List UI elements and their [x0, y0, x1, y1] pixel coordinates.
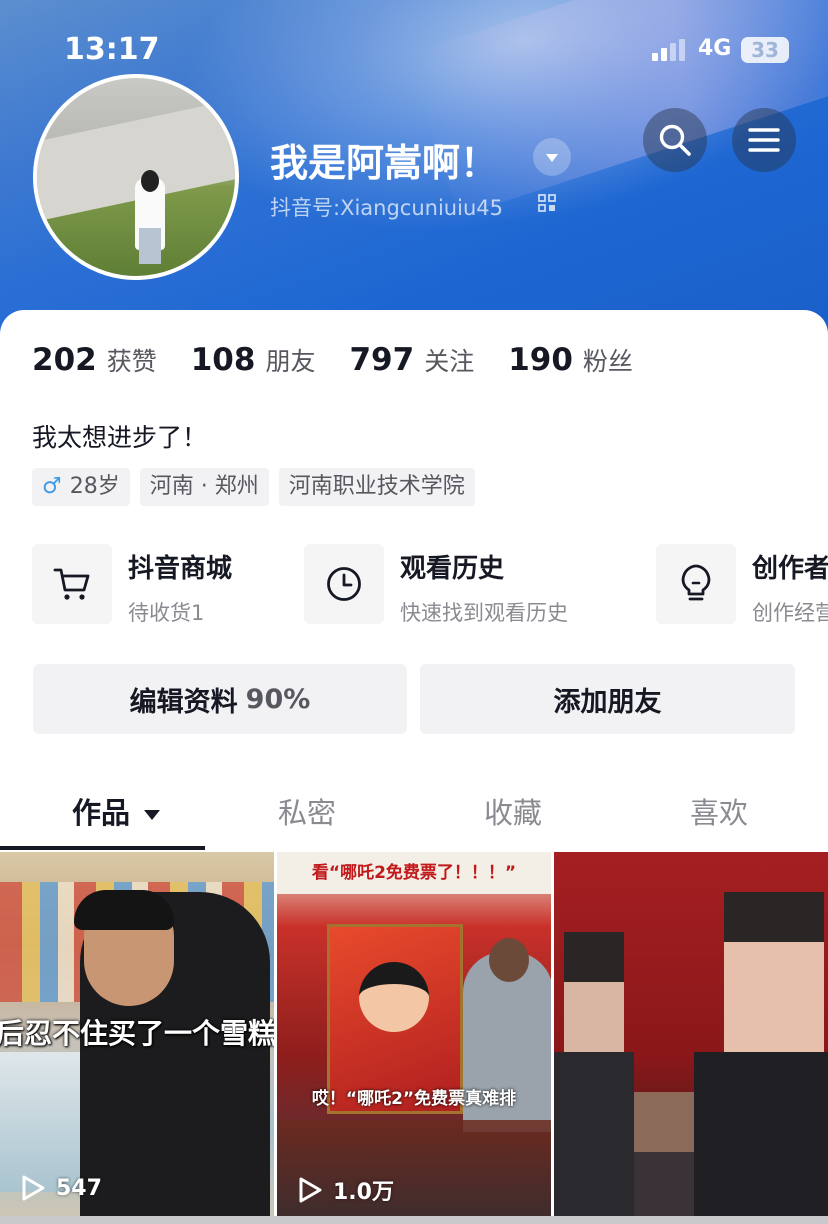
- video-caption: 后忍不住买了一个雪糕: [0, 1017, 274, 1050]
- location-text: 河南 · 郑州: [149, 474, 259, 499]
- tag-location: 河南 · 郑州: [139, 468, 269, 506]
- cart-icon: [32, 544, 112, 624]
- avatar[interactable]: [33, 74, 239, 280]
- play-count-value: 547: [56, 1175, 102, 1201]
- signal-icon: [652, 39, 692, 61]
- shortcut-mall-title: 抖音商城: [128, 554, 233, 584]
- video-title: 看“哪吒2免费票了！！！”: [311, 863, 517, 883]
- tab-favorites-label: 收藏: [484, 796, 543, 830]
- school-text: 河南职业技术学院: [288, 474, 465, 499]
- clock-icon: [304, 544, 384, 624]
- edit-profile-button[interactable]: 编辑资料 90%: [33, 664, 407, 734]
- stat-fans[interactable]: 190 粉丝: [508, 342, 633, 378]
- stat-friends[interactable]: 108 朋友: [191, 342, 316, 378]
- stat-likes[interactable]: 202 获赞: [32, 342, 157, 378]
- age-text: 28岁: [69, 474, 120, 499]
- friends-label: 朋友: [265, 347, 316, 376]
- qr-code-icon[interactable]: [538, 194, 556, 212]
- edit-profile-label: 编辑资料: [129, 686, 238, 718]
- tab-private[interactable]: 私密: [278, 790, 336, 832]
- shortcut-creator[interactable]: 创作者 创作经营: [656, 544, 828, 625]
- menu-icon: [748, 128, 780, 152]
- profile-tags: ♂ 28岁 河南 · 郑州 河南职业技术学院: [32, 468, 485, 506]
- profile-card: 202 获赞 108 朋友 797 关注 190 粉丝 我太想进步了！ ♂ 28…: [0, 310, 828, 1224]
- tab-likes[interactable]: 喜欢: [690, 790, 748, 832]
- friends-count: 108: [190, 342, 256, 378]
- play-count-value: 1.0万: [333, 1180, 394, 1205]
- stat-following[interactable]: 797 关注: [349, 342, 474, 378]
- tab-likes-label: 喜欢: [690, 796, 749, 830]
- video-grid: 后忍不住买了一个雪糕 547 看“哪吒2免费票了！！！” 哎！“哪吒2”免费票真…: [0, 852, 828, 1224]
- shortcut-history-sub: 快速找到观看历史: [400, 601, 568, 625]
- network-type: 4G: [698, 36, 732, 61]
- lightbulb-icon: [656, 544, 736, 624]
- bio: 我太想进步了！: [32, 423, 208, 452]
- following-label: 关注: [424, 347, 475, 376]
- tag-age: ♂ 28岁: [32, 468, 130, 506]
- shortcut-creator-title: 创作者: [752, 554, 828, 584]
- fans-count: 190: [508, 342, 573, 378]
- shortcut-row: 抖音商城 待收货1 观看历史 快速找到观看历史 创作者 创作经营: [32, 544, 828, 625]
- content-tabs: 作品 私密 收藏 喜欢: [0, 772, 828, 850]
- fans-label: 粉丝: [582, 347, 633, 376]
- shortcut-history[interactable]: 观看历史 快速找到观看历史: [304, 544, 568, 625]
- play-count: 547: [20, 1174, 102, 1202]
- add-friend-label: 添加朋友: [553, 686, 662, 718]
- tab-works-label: 作品: [72, 796, 131, 830]
- likes-label: 获赞: [106, 347, 157, 376]
- caret-down-icon: [144, 810, 161, 820]
- video-thumbnail[interactable]: [554, 852, 828, 1224]
- chevron-down-icon[interactable]: [533, 138, 571, 176]
- tab-favorites[interactable]: 收藏: [484, 790, 542, 832]
- shortcut-history-title: 观看历史: [400, 554, 505, 584]
- next-row-edge: [0, 1216, 828, 1224]
- video-subtitle: 哎！“哪吒2”免费票真难排: [311, 1089, 517, 1109]
- video-thumbnail[interactable]: 后忍不住买了一个雪糕 547: [0, 852, 274, 1224]
- shortcut-creator-sub: 创作经营: [752, 601, 828, 625]
- tab-works[interactable]: 作品: [72, 790, 161, 832]
- play-icon: [299, 1177, 322, 1203]
- play-icon: [22, 1175, 45, 1201]
- tab-private-label: 私密: [278, 796, 337, 830]
- nickname[interactable]: 我是阿嵩啊！: [270, 132, 498, 187]
- edit-profile-percent: 90%: [245, 683, 311, 715]
- search-icon: [659, 124, 691, 156]
- douyin-id[interactable]: 抖音号:Xiangcuniuiu45: [270, 192, 503, 222]
- following-count: 797: [349, 342, 415, 378]
- play-count: 1.0万: [297, 1174, 394, 1206]
- stats-row: 202 获赞 108 朋友 797 关注 190 粉丝: [32, 342, 667, 382]
- add-friend-button[interactable]: 添加朋友: [420, 664, 795, 734]
- shortcut-mall-sub: 待收货1: [128, 601, 205, 625]
- battery-icon: 33: [741, 37, 789, 63]
- tag-school: 河南职业技术学院: [278, 468, 475, 506]
- shortcut-mall[interactable]: 抖音商城 待收货1: [32, 544, 233, 625]
- search-button[interactable]: [643, 108, 707, 172]
- active-tab-indicator: [0, 846, 205, 850]
- status-time: 13:17: [64, 32, 160, 67]
- menu-button[interactable]: [732, 108, 796, 172]
- male-icon: ♂: [42, 474, 62, 499]
- likes-count: 202: [32, 342, 97, 378]
- video-thumbnail[interactable]: 看“哪吒2免费票了！！！” 哎！“哪吒2”免费票真难排 1.0万: [277, 852, 551, 1224]
